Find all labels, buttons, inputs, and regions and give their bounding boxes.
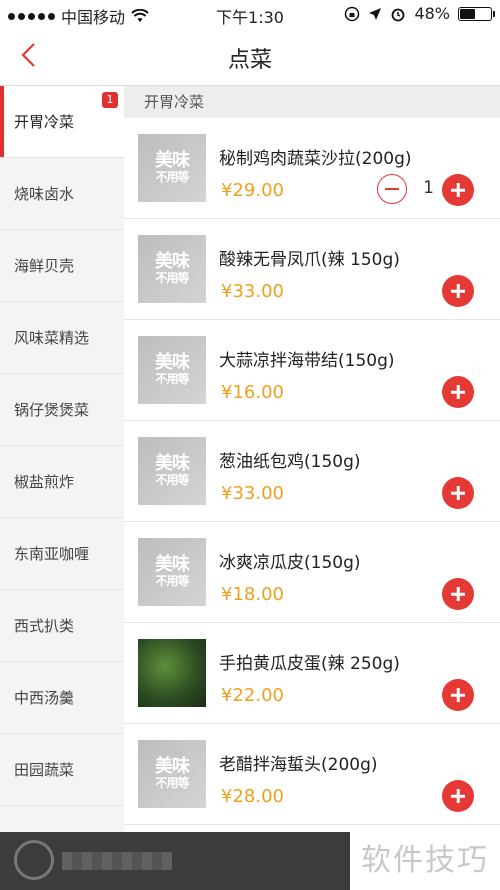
dish-row: 手拍黄瓜皮蛋(辣 250g) ¥22.00 [124, 623, 500, 724]
battery-percent: 48% [414, 4, 450, 23]
sidebar-item-label: 风味菜精选 [14, 329, 90, 347]
dish-name: 酸辣无骨凤爪(辣 150g) [219, 250, 400, 270]
alarm-icon [392, 8, 405, 21]
cart-bar[interactable] [0, 832, 350, 890]
add-dish-button[interactable] [442, 477, 474, 509]
section-header: 开胃冷菜 [124, 86, 500, 118]
battery-icon [458, 6, 495, 21]
location-icon [369, 7, 382, 20]
add-dish-button[interactable] [442, 174, 474, 206]
dish-photo [138, 639, 206, 707]
add-dish-button[interactable] [442, 376, 474, 408]
status-bar: 中国移动 下午1:30 48% [0, 0, 500, 28]
sidebar-item-label: 海鲜贝壳 [14, 257, 75, 275]
dish-name: 秘制鸡肉蔬菜沙拉(200g) [219, 149, 412, 169]
sidebar-item-label: 开胃冷菜 [14, 113, 75, 131]
nav-bar: 点菜 [0, 28, 500, 86]
blurred-cart-summary [62, 852, 172, 870]
dish-name: 大蒜凉拌海带结(150g) [219, 351, 395, 371]
sidebar-item-label: 东南亚咖喱 [14, 545, 90, 563]
dish-row: 美味 不用等 冰爽凉瓜皮(150g) ¥18.00 [124, 522, 500, 623]
dish-row: 美味 不用等 大蒜凉拌海带结(150g) ¥16.00 [124, 320, 500, 421]
sidebar-item-label: 锅仔煲煲菜 [14, 401, 90, 419]
dish-image-placeholder: 美味 不用等 [138, 336, 206, 404]
dish-row: 美味 不用等 秘制鸡肉蔬菜沙拉(200g) ¥29.00 1 [124, 118, 500, 219]
sidebar-item-label: 西式扒类 [14, 617, 75, 635]
dish-price: ¥29.00 [221, 180, 284, 201]
add-dish-button[interactable] [442, 780, 474, 812]
dish-row: 美味 不用等 老醋拌海蜇头(200g) ¥28.00 [124, 724, 500, 825]
watermark-text: 软件技巧 [350, 832, 500, 890]
dish-list: 开胃冷菜 美味 不用等 秘制鸡肉蔬菜沙拉(200g) ¥29.00 1 美味 不用等… [124, 86, 500, 832]
sidebar-item-dongnanya-gali[interactable]: 东南亚咖喱 [0, 518, 124, 590]
add-dish-button[interactable] [442, 275, 474, 307]
dish-price: ¥33.00 [221, 281, 284, 302]
dish-row: 美味 不用等 酸辣无骨凤爪(辣 150g) ¥33.00 [124, 219, 500, 320]
dish-image-placeholder: 美味 不用等 [138, 235, 206, 303]
add-dish-button[interactable] [442, 679, 474, 711]
dish-image-placeholder: 美味 不用等 [138, 740, 206, 808]
sidebar-item-shaowei-lushui[interactable]: 烧味卤水 [0, 158, 124, 230]
cart-icon[interactable] [14, 840, 54, 880]
sidebar-item-label: 椒盐煎炸 [14, 473, 75, 491]
sidebar-item-fengwei-cai[interactable]: 风味菜精选 [0, 302, 124, 374]
battery-fill [460, 8, 476, 19]
dish-name: 手拍黄瓜皮蛋(辣 250g) [219, 654, 400, 674]
dish-row: 美味 不用等 葱油纸包鸡(150g) ¥33.00 [124, 421, 500, 522]
sidebar-item-jiaoyan-jianzha[interactable]: 椒盐煎炸 [0, 446, 124, 518]
add-dish-button[interactable] [442, 578, 474, 610]
sidebar-item-label: 中西汤羹 [14, 689, 75, 707]
dish-name: 葱油纸包鸡(150g) [219, 452, 361, 472]
dish-image-placeholder: 美味 不用等 [138, 134, 206, 202]
sidebar-item-haixian-beike[interactable]: 海鲜贝壳 [0, 230, 124, 302]
cart-count-badge: 1 [102, 92, 118, 108]
sidebar-item-zhongxi-tanggeng[interactable]: 中西汤羹 [0, 662, 124, 734]
quantity-value: 1 [423, 178, 434, 198]
dish-price: ¥22.00 [221, 685, 284, 706]
dish-name: 冰爽凉瓜皮(150g) [219, 553, 361, 573]
category-sidebar: 开胃冷菜 1 烧味卤水 海鲜贝壳 风味菜精选 锅仔煲煲菜 椒盐煎炸 东南亚咖喱 … [0, 86, 124, 832]
page-title: 点菜 [227, 48, 272, 73]
dish-name: 老醋拌海蜇头(200g) [219, 755, 378, 775]
dish-image-placeholder: 美味 不用等 [138, 437, 206, 505]
sidebar-item-label: 烧味卤水 [14, 185, 75, 203]
sidebar-item-kaiwei-lengcai[interactable]: 开胃冷菜 1 [0, 86, 124, 158]
decrease-quantity-button[interactable] [377, 174, 407, 204]
sidebar-item-guozai-bao[interactable]: 锅仔煲煲菜 [0, 374, 124, 446]
dish-image-placeholder: 美味 不用等 [138, 538, 206, 606]
dish-price: ¥33.00 [221, 483, 284, 504]
dish-price: ¥16.00 [221, 382, 284, 403]
sidebar-item-label: 田园蔬菜 [14, 761, 75, 779]
rotation-lock-icon [345, 6, 360, 21]
sidebar-item-tianyuan-shucai[interactable]: 田园蔬菜 [0, 734, 124, 806]
dish-price: ¥18.00 [221, 584, 284, 605]
status-right: 48% [344, 4, 495, 23]
sidebar-item-xishi-pa[interactable]: 西式扒类 [0, 590, 124, 662]
dish-price: ¥28.00 [221, 786, 284, 807]
